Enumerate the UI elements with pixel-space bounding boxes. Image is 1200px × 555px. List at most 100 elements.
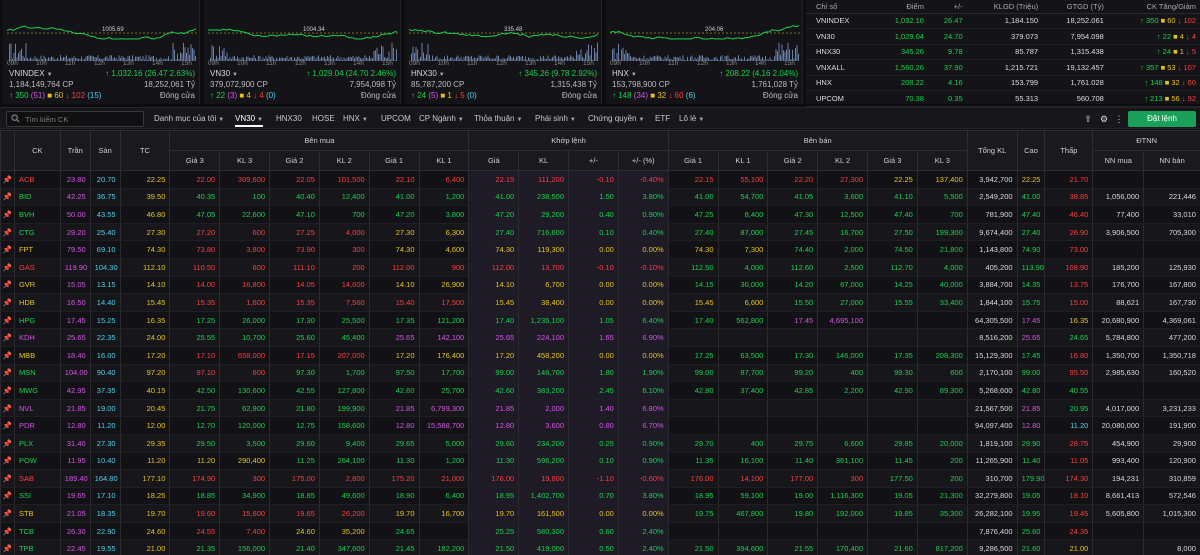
ask3-price-cell[interactable]: 74.50 bbox=[867, 240, 918, 259]
bid3-price-cell[interactable]: 110.50 bbox=[169, 258, 221, 277]
ask2-price-cell[interactable]: 21.55 bbox=[767, 539, 819, 555]
bid3-price-cell[interactable]: 174.90 bbox=[169, 469, 221, 488]
ask2-vol-cell[interactable]: 170,400 bbox=[817, 539, 869, 555]
ask3-vol-cell[interactable]: 40,000 bbox=[916, 276, 968, 295]
bid1-price-cell[interactable]: 21.45 bbox=[368, 539, 420, 555]
bid3-vol-cell[interactable]: 15,600 bbox=[219, 504, 271, 523]
bid3-price-cell[interactable]: 73.80 bbox=[169, 240, 221, 259]
bid2-vol-cell[interactable]: 7,560 bbox=[318, 293, 370, 312]
ask3-vol-cell[interactable]: 600 bbox=[916, 364, 968, 383]
change-pct-cell[interactable]: 0.00% bbox=[617, 346, 669, 365]
ask2-price-cell[interactable]: 17.30 bbox=[767, 346, 819, 365]
column-header[interactable]: Giá 3 bbox=[867, 150, 918, 171]
stock-row-stb[interactable]: 📌 STB 21.05 18.35 19.70 19.60 15,600 19.65 26,20… bbox=[0, 504, 1200, 523]
pin-icon[interactable]: 📌 bbox=[0, 188, 15, 207]
change-pct-cell[interactable]: 0.90% bbox=[617, 205, 669, 224]
change-pct-cell[interactable]: 3.80% bbox=[617, 188, 669, 207]
match-price-cell[interactable]: 11.30 bbox=[468, 452, 520, 471]
bid2-price-cell[interactable]: 15.35 bbox=[269, 293, 320, 312]
ask1-price-cell[interactable]: 17.25 bbox=[667, 346, 719, 365]
bid1-vol-cell[interactable]: 3,800 bbox=[418, 205, 470, 224]
column-header[interactable]: KL bbox=[518, 150, 570, 171]
bid2-price-cell[interactable]: 19.65 bbox=[269, 504, 320, 523]
ask2-vol-cell[interactable]: 2,000 bbox=[817, 240, 869, 259]
bid2-price-cell[interactable]: 24.60 bbox=[269, 522, 320, 541]
stock-row-sab[interactable]: 📌 SAB 189.40 164.80 177.10 174.90 300 175.00 2,8… bbox=[0, 469, 1200, 488]
ask2-vol-cell[interactable]: 1,116,300 bbox=[817, 487, 869, 506]
reference-header[interactable]: TC bbox=[119, 130, 171, 171]
change-cell[interactable]: 0.50 bbox=[568, 539, 619, 555]
match-vol-cell[interactable]: 6,700 bbox=[518, 276, 570, 295]
bid1-price-cell[interactable]: 17.35 bbox=[368, 311, 420, 330]
ask1-price-cell[interactable]: 99.00 bbox=[667, 364, 719, 383]
ask3-vol-cell[interactable] bbox=[916, 522, 968, 541]
match-price-cell[interactable]: 112.00 bbox=[468, 258, 520, 277]
match-vol-cell[interactable]: 224,100 bbox=[518, 328, 570, 347]
column-header[interactable]: NN mua bbox=[1092, 150, 1145, 171]
ask3-price-cell[interactable] bbox=[867, 522, 918, 541]
match-price-cell[interactable]: 74.30 bbox=[468, 240, 520, 259]
column-header[interactable]: KL 1 bbox=[418, 150, 470, 171]
bid2-price-cell[interactable]: 11.25 bbox=[269, 452, 320, 471]
low-header[interactable]: Thấp bbox=[1044, 130, 1094, 171]
ask3-price-cell[interactable]: 112.70 bbox=[867, 258, 918, 277]
change-cell[interactable]: 0.10 bbox=[568, 452, 619, 471]
ask2-vol-cell[interactable]: 27,000 bbox=[817, 293, 869, 312]
match-vol-cell[interactable]: 1,235,100 bbox=[518, 311, 570, 330]
ask3-vol-cell[interactable] bbox=[916, 416, 968, 435]
ask2-price-cell[interactable] bbox=[767, 328, 819, 347]
bid2-vol-cell[interactable]: 26,200 bbox=[318, 504, 370, 523]
ask1-vol-cell[interactable]: 63,500 bbox=[717, 346, 769, 365]
stock-row-hpg[interactable]: 📌 HPG 17.45 15.25 16.35 17.25 26,000 17.30 25,50… bbox=[0, 311, 1200, 330]
ask3-vol-cell[interactable]: 817,200 bbox=[916, 539, 968, 555]
bid2-price-cell[interactable]: 22.05 bbox=[269, 170, 320, 189]
bid1-price-cell[interactable]: 27.30 bbox=[368, 223, 420, 242]
ask1-price-cell[interactable] bbox=[667, 416, 719, 435]
tab-etf[interactable]: ETF bbox=[655, 112, 670, 127]
symbol-header[interactable]: CK bbox=[13, 130, 61, 171]
ask1-price-cell[interactable]: 29.70 bbox=[667, 434, 719, 453]
bid3-price-cell[interactable]: 40.35 bbox=[169, 188, 221, 207]
match-vol-cell[interactable]: 580,300 bbox=[518, 522, 570, 541]
tab-lô-lẻ[interactable]: Lô lẻ ▼ bbox=[679, 112, 704, 127]
ask3-price-cell[interactable]: 19.85 bbox=[867, 504, 918, 523]
bid3-vol-cell[interactable]: 600 bbox=[219, 364, 271, 383]
tab-thỏa-thuận[interactable]: Thỏa thuận ▼ bbox=[474, 112, 522, 127]
pin-icon[interactable]: 📌 bbox=[0, 504, 15, 523]
bid2-price-cell[interactable]: 73.90 bbox=[269, 240, 320, 259]
stock-row-bvh[interactable]: 📌 BVH 50.00 43.55 46.80 47.05 22,600 47.10 700 47… bbox=[0, 205, 1200, 224]
bid3-price-cell[interactable]: 47.05 bbox=[169, 205, 221, 224]
change-pct-cell[interactable]: 6.10% bbox=[617, 381, 669, 400]
match-vol-cell[interactable]: 29,200 bbox=[518, 205, 570, 224]
ask1-vol-cell[interactable]: 394,600 bbox=[717, 539, 769, 555]
change-cell[interactable]: 0.00 bbox=[568, 240, 619, 259]
ceiling-header[interactable]: Trần bbox=[59, 130, 91, 171]
pin-icon[interactable]: 📌 bbox=[0, 205, 15, 224]
match-vol-cell[interactable]: 111,200 bbox=[518, 170, 570, 189]
ask1-price-cell[interactable]: 42.80 bbox=[667, 381, 719, 400]
match-price-cell[interactable]: 41.00 bbox=[468, 188, 520, 207]
bid2-price-cell[interactable]: 175.00 bbox=[269, 469, 320, 488]
bid3-vol-cell[interactable]: 10,700 bbox=[219, 328, 271, 347]
ask1-price-cell[interactable]: 15.45 bbox=[667, 293, 719, 312]
stock-row-plx[interactable]: 📌 PLX 31.40 27.30 29.35 29.50 3,500 29.60 9,400 2… bbox=[0, 434, 1200, 453]
index-card-hnx30[interactable]: 335.48 09h 10h 11h 12h 13h 14h 15h HNX30 ▼ ↑ 345.2… bbox=[405, 0, 602, 104]
bid2-vol-cell[interactable]: 300 bbox=[318, 240, 370, 259]
more-icon[interactable]: ⋮ bbox=[1113, 113, 1125, 125]
change-pct-cell[interactable]: -0.10% bbox=[617, 258, 669, 277]
ask3-vol-cell[interactable]: 20,000 bbox=[916, 434, 968, 453]
ask1-vol-cell[interactable]: 87,700 bbox=[717, 364, 769, 383]
change-pct-cell[interactable]: 6.90% bbox=[617, 328, 669, 347]
change-cell[interactable]: 0.00 bbox=[568, 504, 619, 523]
bid2-vol-cell[interactable]: 12,400 bbox=[318, 188, 370, 207]
bid3-vol-cell[interactable]: 34,900 bbox=[219, 487, 271, 506]
bid1-vol-cell[interactable]: 182,200 bbox=[418, 539, 470, 555]
stock-row-msn[interactable]: 📌 MSN 104.00 90.40 97.20 97.10 600 97.30 1,700 97… bbox=[0, 364, 1200, 383]
bid3-vol-cell[interactable]: 7,400 bbox=[219, 522, 271, 541]
match-group-header[interactable]: Khớp lệnh bbox=[468, 130, 669, 151]
bid1-vol-cell[interactable]: 142,100 bbox=[418, 328, 470, 347]
summary-row[interactable]: VN30 1,029.04 24.70 379.073 7,954.098 ↑ 22 ■ … bbox=[806, 28, 1200, 45]
tab-hnx30[interactable]: HNX30 bbox=[276, 112, 302, 127]
bid3-vol-cell[interactable]: 600 bbox=[219, 258, 271, 277]
change-pct-cell[interactable]: -0.60% bbox=[617, 469, 669, 488]
